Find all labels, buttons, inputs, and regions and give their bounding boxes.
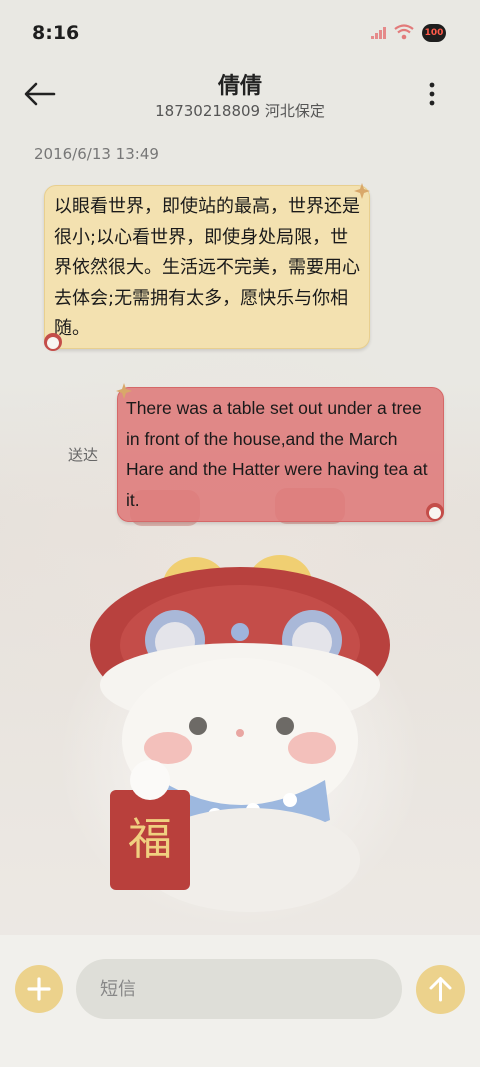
incoming-message-text: 以眼看世界，即使站的最高，世界还是很小;以心看世界，即使身处局限，世界依然很大。…	[54, 196, 360, 339]
message-input[interactable]	[76, 959, 402, 1019]
battery-level: 100	[424, 28, 444, 38]
outgoing-message-text: There was a table set out under a tree i…	[126, 398, 428, 510]
plus-icon	[27, 977, 51, 1001]
contact-number-location: 18730218809 河北保定	[155, 102, 325, 120]
send-arrow-icon	[429, 977, 452, 1002]
sparkle-decoration-icon	[116, 383, 132, 399]
status-time: 8:16	[32, 22, 80, 44]
send-button[interactable]	[416, 965, 465, 1014]
more-vert-icon[interactable]	[422, 80, 442, 108]
fu-character: 福	[128, 814, 172, 865]
contact-name: 倩倩	[217, 74, 262, 99]
conversation-header: 倩倩 18730218809 河北保定	[0, 66, 480, 136]
add-attachment-button[interactable]	[15, 965, 63, 1013]
signal-icon	[371, 27, 386, 39]
lion-mascot-icon	[426, 503, 444, 521]
message-timestamp: 2016/6/13 13:49	[34, 145, 159, 163]
delivery-status: 送达	[68, 446, 99, 464]
incoming-message-bubble[interactable]: 以眼看世界，即使站的最高，世界还是很小;以心看世界，即使身处局限，世界依然很大。…	[44, 185, 370, 349]
battery-icon: 100	[422, 24, 446, 42]
status-bar: 8:16 100	[0, 0, 480, 66]
lion-dance-cat-illustration: 福	[90, 488, 390, 912]
outgoing-message-bubble[interactable]: There was a table set out under a tree i…	[117, 387, 444, 522]
message-composer	[0, 935, 480, 1067]
lion-mascot-icon	[44, 333, 62, 351]
sparkle-decoration-icon	[354, 183, 370, 199]
wifi-icon	[394, 24, 414, 40]
